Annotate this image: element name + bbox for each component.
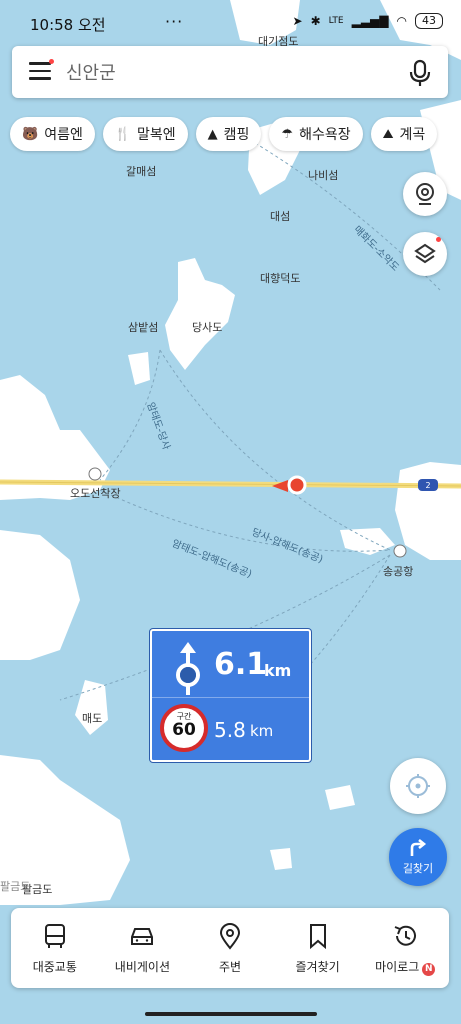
ferry-terminal-odo [88,467,102,481]
bus-icon [44,924,65,948]
car-icon [131,928,154,945]
crosshair-icon [406,774,430,798]
umbrella-icon: ☂ [281,126,294,142]
label-galmaeseom: 갈매섬 [126,165,157,178]
label-sambatseom: 삼밭섬 [128,321,159,334]
ferry-terminal-songgong [393,544,407,558]
tab-nearby[interactable]: 주변 [186,908,274,988]
history-icon [394,925,417,946]
roundabout-icon [176,642,200,695]
status-icons: ➤ ✱ LTE ▂▃▅▇ ◠ 43 [292,13,443,29]
turn-arrow-icon [410,838,427,856]
search-bar[interactable]: 신안군 [12,46,448,98]
label-daehyangdeokdo: 대향덕도 [260,272,301,285]
tab-navigation[interactable]: 내비게이션 [99,908,187,988]
label-maedo: 매도 [82,712,103,725]
status-bar: 10:58 오전 ··· ➤ ✱ LTE ▂▃▅▇ ◠ 43 [0,0,461,44]
utensils-icon: 🍴 [114,126,132,142]
label-odoseonchakjang: 오도선착장 [70,487,121,500]
speed-limit-sign: 구간 60 [160,704,208,752]
current-location-marker [287,475,307,495]
streetview-button[interactable] [403,172,447,216]
distance-1-unit: km [264,661,292,680]
chip-valley[interactable]: ⛰ 계곡 [370,117,438,151]
chip-camping[interactable]: ▲ 캠핑 [195,117,262,151]
signal-icon: ▂▃▅▇ [351,14,389,28]
tent-icon: ▲ [207,126,218,142]
current-location-button[interactable] [390,758,446,814]
layers-button[interactable] [403,232,447,276]
chip-summer[interactable]: 🐻 여름엔 [10,117,95,151]
wifi-icon: ◠ [396,14,407,28]
network-label: LTE [328,16,344,26]
distance-2: 5.8 [214,718,246,742]
mountain-icon: ⛰ [382,126,394,142]
location-status-icon: ➤ [292,14,303,28]
search-input[interactable]: 신안군 [66,59,116,85]
speed-limit-value: 60 [172,720,196,740]
distance-2-unit: km [250,722,274,740]
label-palgeumdo-alt: 팔금도 [0,880,31,893]
tab-mylog[interactable]: 마이로그 N [361,908,449,988]
category-chips: 🐻 여름엔 🍴 말복엔 ▲ 캠핑 ☂ 해수욕장 ⛰ 계곡 [10,117,438,151]
camera-icon [416,183,434,205]
chip-malbok[interactable]: 🍴 말복엔 [102,117,188,151]
layers-icon [414,243,436,264]
tab-transit[interactable]: 대중교통 [11,908,99,988]
bottom-nav: 대중교통 내비게이션 주변 즐겨찾기 마이로그 N [11,908,449,988]
home-indicator[interactable] [145,1012,317,1016]
bookmark-icon [309,924,326,950]
microphone-icon[interactable] [408,59,432,87]
sign-divider [152,697,309,698]
status-dots: ··· [165,12,184,31]
road-number: 2 [425,481,430,490]
bear-icon: 🐻 [22,126,39,142]
tab-favorites[interactable]: 즐겨찾기 [274,908,362,988]
distance-1: 6.1 [214,647,268,682]
label-songgonghang: 송공항 [383,565,414,578]
chip-beach[interactable]: ☂ 해수욕장 [269,117,363,151]
navigation-sign: 6.1 km 구간 60 5.8 km [150,629,311,762]
new-badge: N [422,963,436,976]
notification-dot [49,59,54,64]
bluetooth-icon: ✱ [310,14,321,28]
label-daeseom: 대섬 [270,210,291,223]
label-nabiseom: 나비섬 [308,169,339,182]
label-dangsado: 당사도 [192,321,223,334]
directions-label: 길찾기 [402,862,434,875]
pin-icon [219,923,240,950]
layers-notification-dot [436,237,441,242]
directions-button[interactable]: 길찾기 [389,828,447,886]
menu-icon[interactable] [29,59,54,80]
battery-icon: 43 [415,13,443,29]
status-time: 10:58 오전 [30,16,106,34]
